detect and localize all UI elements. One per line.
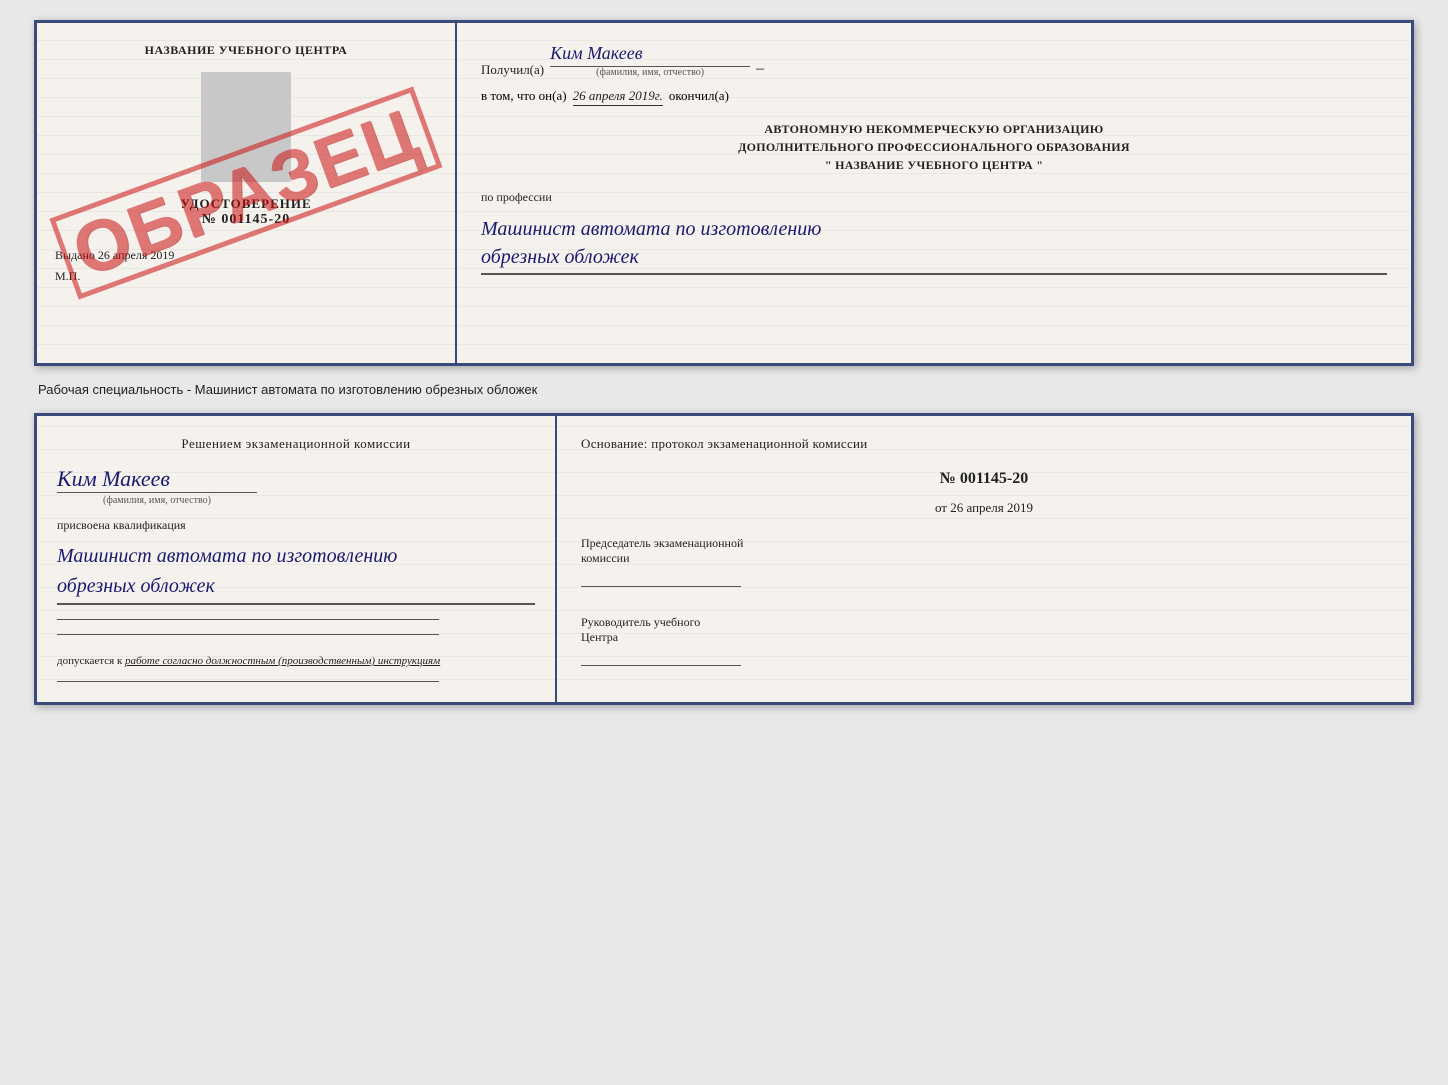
vtom-date: 26 апреля 2019г.	[573, 88, 663, 106]
rukovoditel-line2: Центра	[581, 630, 1387, 645]
photo-placeholder	[201, 72, 291, 182]
predsedatel-line2: комиссии	[581, 551, 1387, 566]
org-block: АВТОНОМНУЮ НЕКОММЕРЧЕСКУЮ ОРГАНИЗАЦИЮ ДО…	[481, 120, 1387, 174]
resheniem-title: Решением экзаменационной комиссии	[57, 436, 535, 452]
separator-text: Рабочая специальность - Машинист автомат…	[34, 382, 1414, 397]
vtom-row: в том, что он(а) 26 апреля 2019г. окончи…	[481, 88, 1387, 106]
org-line1: АВТОНОМНУЮ НЕКОММЕРЧЕСКУЮ ОРГАНИЗАЦИЮ	[481, 120, 1387, 138]
top-doc-right: Получил(а) Ким Макеев (фамилия, имя, отч…	[457, 23, 1411, 363]
fio-hint-top: (фамилия, имя, отчество)	[550, 67, 750, 78]
predsedatel-block: Председатель экзаменационной комиссии	[581, 536, 1387, 591]
po-professii-label: по профессии	[481, 190, 1387, 205]
bottom-document: Решением экзаменационной комиссии Ким Ма…	[34, 413, 1414, 705]
protocol-date-row: от 26 апреля 2019	[581, 500, 1387, 516]
profession-line1: Машинист автомата по изготовлению	[481, 215, 1387, 243]
commission-person-name: Ким Макеев	[57, 466, 170, 492]
top-document: НАЗВАНИЕ УЧЕБНОГО ЦЕНТРА ОБРАЗЕЦ УДОСТОВ…	[34, 20, 1414, 366]
org-line2: ДОПОЛНИТЕЛЬНОГО ПРОФЕССИОНАЛЬНОГО ОБРАЗО…	[481, 138, 1387, 156]
udostoverenie-number: № 001145-20	[180, 212, 311, 228]
qualification-block: Машинист автомата по изготовлению обрезн…	[57, 541, 535, 605]
rukovoditel-signature-line	[581, 665, 741, 666]
dash1: –	[756, 60, 764, 78]
prisvoena-label: присвоена квалификация	[57, 518, 535, 533]
rukovoditel-line1: Руководитель учебного	[581, 615, 1387, 630]
ot-date: 26 апреля 2019	[950, 500, 1033, 515]
udostoverenie-block: УДОСТОВЕРЕНИЕ № 001145-20	[180, 196, 311, 228]
dopuskaetsya-cursive-text: работе согласно должностным (производств…	[125, 655, 440, 667]
profession-block: Машинист автомата по изготовлению обрезн…	[481, 215, 1387, 275]
dopuskaetsya-block: допускается к работе согласно должностны…	[57, 655, 535, 667]
blank-line3	[57, 681, 439, 682]
bottom-doc-left: Решением экзаменационной комиссии Ким Ма…	[37, 416, 557, 702]
mp-label: М.П.	[55, 269, 437, 284]
blank-line1	[57, 619, 439, 620]
vtom-label: в том, что он(а)	[481, 88, 567, 104]
bottom-doc-right: Основание: протокол экзаменационной коми…	[557, 416, 1411, 702]
fio-hint-bottom: (фамилия, имя, отчество)	[57, 492, 257, 506]
protocol-number: № 001145-20	[581, 470, 1387, 488]
vydano-date: 26 апреля 2019	[98, 248, 174, 262]
osnovanie-title: Основание: протокол экзаменационной коми…	[581, 436, 1387, 452]
udostoverenie-title: УДОСТОВЕРЕНИЕ	[180, 196, 311, 212]
poluchil-line: Получил(а) Ким Макеев (фамилия, имя, отч…	[481, 43, 1387, 78]
recipient-name: Ким Макеев	[550, 43, 750, 67]
center-name-top: НАЗВАНИЕ УЧЕБНОГО ЦЕНТРА	[145, 43, 348, 58]
ot-label: от	[935, 500, 947, 515]
qualification-line1: Машинист автомата по изготовлению	[57, 541, 535, 571]
blank-line2	[57, 634, 439, 635]
vydano-line: Выдано 26 апреля 2019	[55, 248, 437, 263]
org-line3: " НАЗВАНИЕ УЧЕБНОГО ЦЕНТРА "	[481, 156, 1387, 174]
profession-line2: обрезных обложек	[481, 243, 1387, 274]
qualification-line2: обрезных обложек	[57, 571, 535, 604]
top-doc-left: НАЗВАНИЕ УЧЕБНОГО ЦЕНТРА ОБРАЗЕЦ УДОСТОВ…	[37, 23, 457, 363]
poluchil-label: Получил(а)	[481, 62, 544, 78]
predsedatel-line1: Председатель экзаменационной	[581, 536, 1387, 551]
vydano-label: Выдано	[55, 248, 95, 262]
predsedatel-signature-line	[581, 586, 741, 587]
okonchil-label: окончил(а)	[669, 88, 729, 104]
dopuskaetsya-prefix: допускается к	[57, 655, 122, 667]
rukovoditel-block: Руководитель учебного Центра	[581, 615, 1387, 670]
